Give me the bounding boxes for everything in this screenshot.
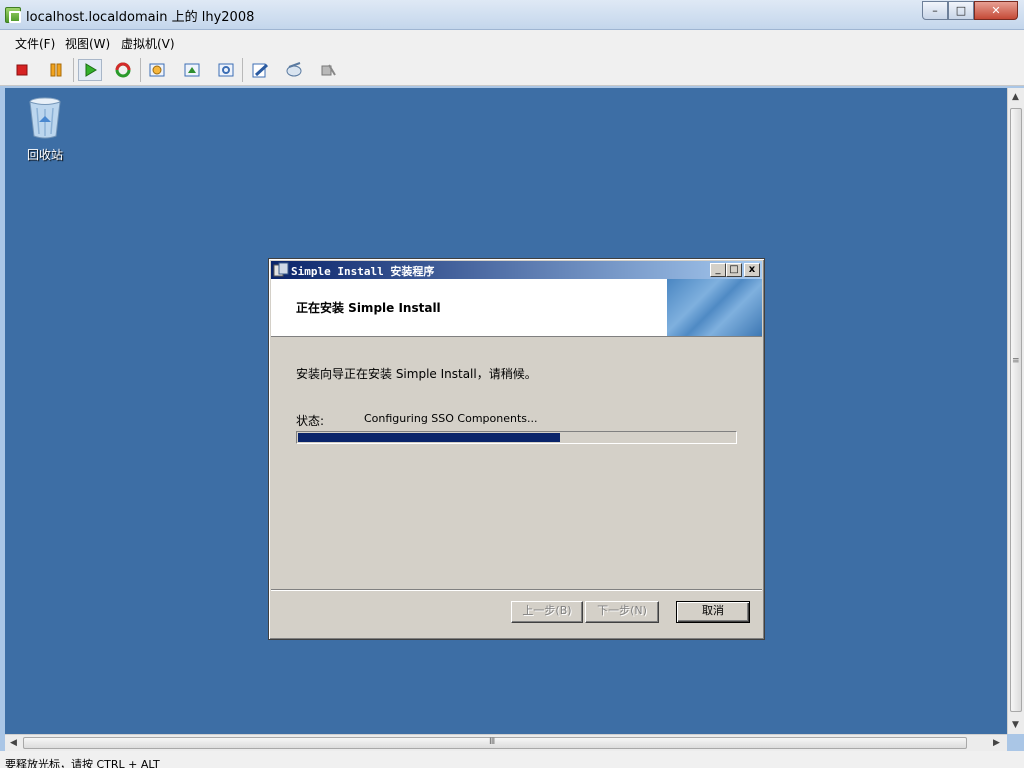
progress-fill [298,433,560,442]
dialog-title: Simple Install 安装程序 [291,265,435,278]
menu-view[interactable]: 视图(W) [65,35,110,52]
guest-desktop[interactable]: 回收站 Simple Install 安装程序 _ □ x 正在安装 Simpl… [5,88,1007,734]
scroll-down-icon[interactable]: ▼ [1012,720,1019,730]
dialog-titlebar[interactable]: Simple Install 安装程序 _ □ x [271,261,762,279]
vertical-grip-icon: ≡ [1012,356,1020,366]
dialog-close-button[interactable]: x [744,263,760,277]
horizontal-scrollbar[interactable]: ◀ Ⅲ ▶ [5,734,1007,751]
vertical-scrollbar[interactable]: ▲ ≡ ▼ [1007,88,1024,734]
window-titlebar: localhost.localdomain 上的 lhy2008 – □ ✕ [0,0,1024,30]
scroll-up-icon[interactable]: ▲ [1012,92,1019,102]
revert-snapshot-icon[interactable] [180,59,204,81]
dialog-minimize-button[interactable]: _ [710,263,726,277]
refresh-icon[interactable] [111,59,135,81]
banner-graphic [667,279,762,336]
manage-snapshot-icon[interactable] [214,59,238,81]
menu-file[interactable]: 文件(F) [15,35,55,52]
cancel-button[interactable]: 取消 [676,601,750,623]
status-bar: 要释放光标，请按 CTRL + ALT [0,751,1024,768]
edit-settings-icon[interactable] [248,59,272,81]
vertical-scroll-thumb[interactable] [1010,108,1022,712]
minimize-button[interactable]: – [922,1,948,20]
snapshot-icon[interactable] [145,59,169,81]
dialog-heading: 正在安装 Simple Install [296,301,441,315]
installer-icon [273,262,289,278]
vm-app-icon [5,7,21,23]
scroll-right-icon[interactable]: ▶ [993,738,1000,748]
dialog-maximize-button[interactable]: □ [726,263,742,277]
toolbar [0,54,1024,86]
status-bar-text: 要释放光标，请按 CTRL + ALT [5,758,160,768]
next-button[interactable]: 下一步(N) [585,601,659,623]
status-label: 状态: [296,414,325,428]
play-icon[interactable] [78,59,102,81]
dialog-banner: 正在安装 Simple Install [271,279,762,337]
stop-icon[interactable] [10,59,34,81]
installer-dialog: Simple Install 安装程序 _ □ x 正在安装 Simple In… [268,258,765,640]
menu-vm[interactable]: 虚拟机(V) [121,35,175,52]
close-button[interactable]: ✕ [974,1,1018,20]
recycle-bin-label: 回收站 [26,148,63,162]
recycle-bin-icon [28,96,62,140]
install-message: 安装向导正在安装 Simple Install，请稍候。 [296,367,537,381]
horizontal-grip-icon: Ⅲ [489,737,496,747]
back-button[interactable]: 上一步(B) [511,601,583,623]
recycle-bin[interactable]: 回收站 [21,96,69,163]
scroll-left-icon[interactable]: ◀ [10,738,17,748]
window-title: localhost.localdomain 上的 lhy2008 [26,10,255,25]
usb-icon[interactable] [316,59,340,81]
cd-icon[interactable] [282,59,306,81]
pause-icon[interactable] [44,59,68,81]
install-progress-bar [296,431,737,444]
maximize-button[interactable]: □ [948,1,974,20]
menu-bar: 文件(F) 视图(W) 虚拟机(V) [0,30,1024,54]
status-text: Configuring SSO Components... [364,412,538,425]
button-separator [271,589,762,591]
